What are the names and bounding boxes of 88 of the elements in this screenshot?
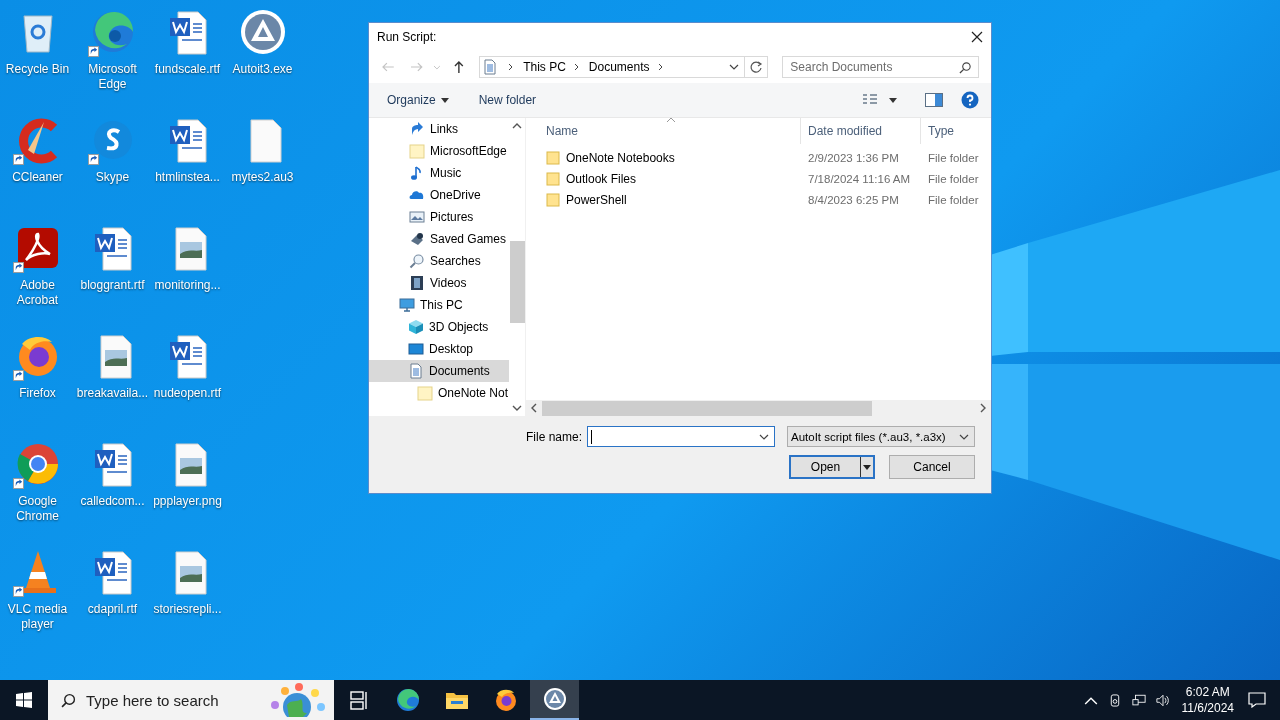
network-icon[interactable] [1131,693,1146,707]
help-icon[interactable] [961,91,979,109]
tree-item[interactable]: OneDrive [369,184,509,206]
tree-item[interactable]: Saved Games [369,228,509,250]
autoit-icon[interactable] [238,8,287,56]
chevron-icon [508,63,515,71]
folder-icon [409,143,425,159]
column-header[interactable]: Type [921,118,991,144]
desktop-icon [408,341,424,357]
scroll-down-icon[interactable] [512,405,522,411]
caret-icon [440,97,449,103]
window-title: Run Script: [377,30,438,44]
scroll-left-icon[interactable] [531,403,537,413]
search-icon [959,60,972,74]
tree-item[interactable]: 3D Objects [369,316,509,338]
videos-icon [409,275,425,291]
document-icon [484,59,497,75]
links-icon [409,121,425,137]
caret-icon[interactable] [863,464,871,470]
documents-icon [408,363,424,379]
clock-date[interactable]: 11/6/2024 [1181,700,1234,716]
pc-icon [399,297,415,313]
dropdown-caret-icon[interactable] [729,64,740,70]
tree-item[interactable]: Desktop [369,338,509,360]
new-folder-button[interactable]: New folder [470,89,545,111]
file-name-label: File name: [525,429,582,444]
preview-pane-icon[interactable] [925,93,943,107]
table-cell-text: File folder [927,193,980,206]
cube-icon [408,319,424,335]
folder-icon [546,192,560,207]
file-type-text: AutoIt script files (*.au3, *.a3x) [791,430,946,443]
autoit-icon [542,687,567,711]
address-bar[interactable]: This PC Documents [479,56,769,78]
column-header[interactable]: Date modified [801,118,921,144]
volume-icon[interactable] [1155,693,1170,707]
open-button[interactable]: Open [789,455,875,479]
tree-item[interactable]: MicrosoftEdge [369,140,509,162]
edge-icon [395,688,420,712]
tree-item[interactable]: Videos [369,272,509,294]
table-cell-text: 2/9/2023 1:36 PM [807,151,900,164]
tree-item[interactable]: Music [369,162,509,184]
placeholder-text: Search Documents [790,60,894,74]
table-cell-text: File folder [927,151,980,164]
scrollbar-thumb[interactable] [542,400,872,416]
clock-time[interactable]: 6:02 AM [1185,684,1230,700]
tree-item[interactable]: Searches [369,250,509,272]
organize-button[interactable]: Organize [379,89,457,111]
scroll-right-icon[interactable] [980,403,986,413]
taskbar-search-field[interactable]: Type here to search [48,680,334,720]
folder-icon [546,150,560,165]
table-cell-text: File folder [927,172,980,185]
placeholder-text: Type here to search [86,691,220,709]
file-name[interactable]: Outlook Files [566,171,637,186]
start-icon[interactable] [16,692,32,708]
search-icon [409,253,425,269]
file-name[interactable]: OneNote Notebooks [566,150,675,165]
notification-icon[interactable] [1248,692,1266,708]
scroll-up-icon[interactable] [512,123,522,129]
column-header[interactable]: Name [526,118,801,144]
chevron-icon [657,63,664,71]
file-name-field[interactable] [587,426,775,447]
tree-item[interactable]: OneNote Not [369,382,509,404]
search-field[interactable]: Search Documents [782,56,979,78]
tree-item[interactable]: Documents [369,360,509,382]
file-name[interactable]: PowerShell [566,192,627,207]
taskbar-button[interactable] [530,680,579,720]
tree-item[interactable]: Links [369,118,509,140]
firefox-icon [493,688,518,712]
dropdown-caret-icon [759,433,769,440]
breadcrumb-item[interactable]: This PC [523,60,566,74]
tree-item[interactable]: Pictures [369,206,509,228]
file-type-dropdown[interactable]: AutoIt script files (*.au3, *.a3x) [787,426,975,447]
table-cell-text: 7/18/2024 11:16 AM [807,172,912,185]
pictures-icon [409,209,425,225]
close-icon[interactable] [971,31,983,43]
scrollbar-thumb[interactable] [509,241,525,323]
search-icon [61,692,76,708]
folder-icon [546,171,560,186]
table-cell-text: 8/4/2023 6:25 PM [807,193,900,206]
sort-caret-icon [666,117,676,123]
breadcrumb-item[interactable]: Documents [588,60,650,74]
cancel-button[interactable]: Cancel [889,455,975,479]
chevron-icon [573,63,580,71]
games-icon [409,231,425,247]
dropdown-caret-icon [959,433,969,440]
folder-icon [417,385,433,401]
view-options-icon[interactable] [861,93,897,107]
tree-item[interactable]: This PC [369,294,509,316]
